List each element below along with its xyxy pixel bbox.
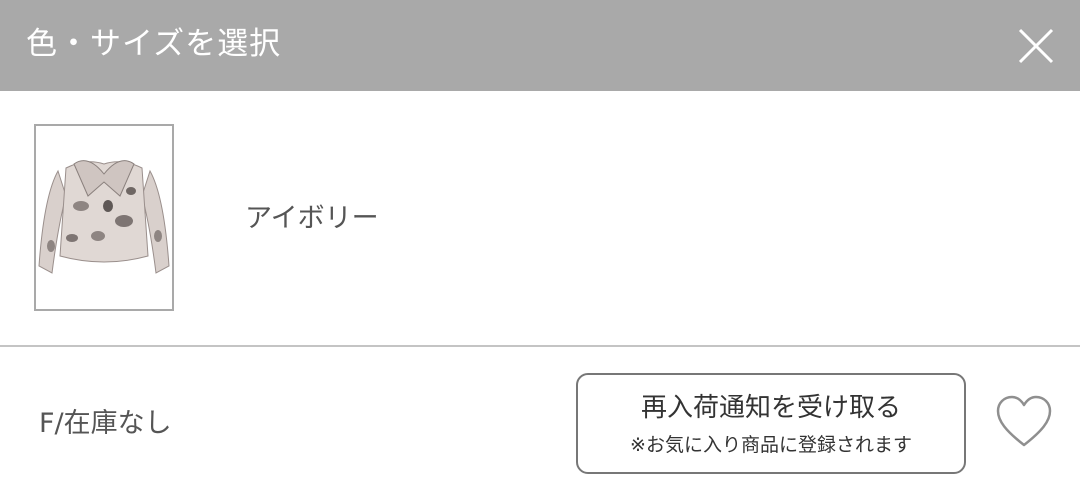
- fur-jacket-image: [38, 160, 170, 274]
- restock-notify-button[interactable]: 再入荷通知を受け取る ※お気に入り商品に登録されます: [576, 373, 966, 474]
- size-stock-label: F/在庫なし: [39, 408, 172, 439]
- close-button[interactable]: [1010, 20, 1062, 72]
- close-icon: [1018, 28, 1054, 64]
- product-thumbnail: [34, 124, 174, 311]
- restock-button-note: ※お気に入り商品に登録されます: [630, 434, 912, 456]
- color-name: アイボリー: [245, 203, 379, 234]
- restock-button-label: 再入荷通知を受け取る: [640, 393, 901, 423]
- modal-header: 色・サイズを選択: [0, 0, 1080, 91]
- color-option-row[interactable]: アイボリー: [0, 91, 1080, 346]
- size-option-row: F/在庫なし 再入荷通知を受け取る ※お気に入り商品に登録されます: [0, 347, 1080, 501]
- favorite-button[interactable]: [994, 393, 1054, 453]
- modal-title: 色・サイズを選択: [26, 26, 282, 62]
- heart-outline-icon: [996, 395, 1052, 447]
